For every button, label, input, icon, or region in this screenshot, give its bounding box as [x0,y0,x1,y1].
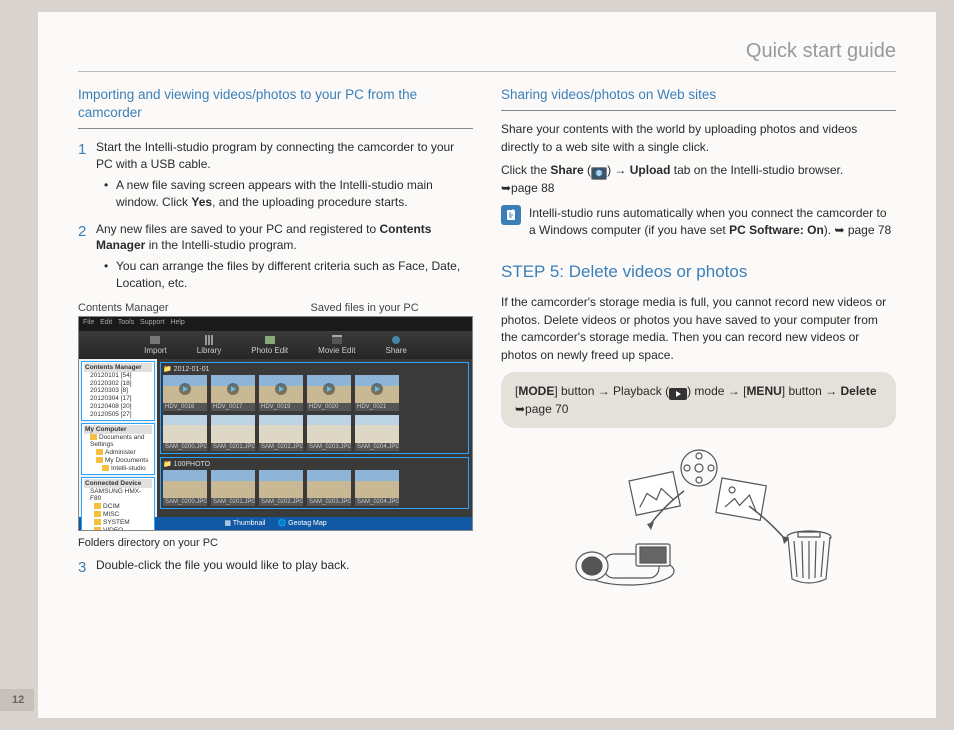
nav-photo-edit: Photo Edit [251,335,288,355]
nav-library: Library [197,335,221,355]
note-icon [501,205,521,225]
bottom-tab: Geotag Map [288,520,327,527]
tree-row: 20120408 [20] [84,403,152,411]
step-2: 2 Any new files are saved to your PC and… [78,221,473,292]
tree-row: DCIM [103,503,120,510]
ss-panel-my-computer: My Computer Documents and Settings Admin… [81,423,155,475]
tree-row: My Documents [105,457,148,464]
thumb-photo: SAM_0202.JPG [259,415,303,451]
tree-row: Documents and Settings [90,434,145,449]
thumb-video: HDV_0019 [259,375,303,411]
step5-paragraph: If the camcorder's storage media is full… [501,294,896,364]
thumb-photo: SAM_0200.JPG [163,415,207,451]
thumb-photo: SAM_0202.JPG [259,470,303,506]
bold-upload: Upload [630,163,671,177]
label-saved-files: Saved files in your PC [241,302,474,314]
thumb-photo: SAM_0201.JPG [211,415,255,451]
panel-header: Contents Manager [84,363,152,372]
step-number: 1 [78,139,86,160]
section-title-importing: Importing and viewing videos/photos to y… [78,86,473,122]
strip-header: 100PHOTO [174,461,210,468]
label-contents-manager: Contents Manager [78,302,241,314]
tree-row: MISC [103,511,119,518]
ss-topnav: Import Library Photo Edit Movie Edit Sha… [79,331,472,359]
section-divider [501,110,896,111]
text-fragment: in the Intelli-studio program. [145,238,296,252]
step5-title: STEP 5: Delete videos or photos [501,262,896,282]
tree-row: SYSTEM [103,519,130,526]
step-1-text: Start the Intelli-studio program by conn… [96,140,454,171]
thumb-photo: SAM_0204.JPG [355,470,399,506]
tree-row: 20120302 [18] [84,380,152,388]
thumb-photo: SAM_0201.JPG [211,470,255,506]
manual-page: Quick start guide Importing and viewing … [38,12,936,718]
section-title-sharing: Sharing videos/photos on Web sites [501,86,896,104]
thumb-photo: SAM_0203.JPG [307,470,351,506]
bold-share: Share [550,163,583,177]
panel-header: Connected Device [84,479,152,488]
tree-row: 20120303 [8] [84,387,152,395]
bold-mode: MODE [518,384,554,398]
step-3: 3 Double-click the file you would like t… [78,557,473,574]
nav-import: Import [144,335,167,355]
bold-yes: Yes [191,195,212,209]
playback-icon [669,388,687,400]
tree-row: 20120505 [27] [84,411,152,419]
right-column: Sharing videos/photos on Web sites Share… [501,86,896,596]
delete-action-box: [MODE] button → Playback () mode → [MENU… [501,372,896,428]
ss-panel-connected-device: Connected Device SAMSUNG HMX-F80 DCIM MI… [81,477,155,531]
step-1: 1 Start the Intelli-studio program by co… [78,139,473,210]
ss-sidebar: Contents Manager 20120101 [54] 20120302 … [79,359,157,517]
ss-menubar: File Edit Tools Support Help [79,317,472,331]
tree-row: Intelli-studio [111,465,146,472]
ss-strip-photos: 📁 100PHOTO SAM_0200.JPG SAM_0201.JPG SAM… [160,457,469,509]
share-globe-icon [591,167,607,180]
thumb-photo: SAM_0204.JPG [355,415,399,451]
page-number: 12 [12,694,24,706]
step-number: 3 [78,557,86,578]
bold-delete: Delete [840,384,876,398]
step-number: 2 [78,221,86,242]
label-folders-directory: Folders directory on your PC [78,537,473,549]
sharing-p1: Share your contents with the world by up… [501,121,896,156]
bottom-tab: Thumbnail [233,520,266,527]
bold-pc-software: PC Software: On [729,223,824,237]
tree-row: Administer [105,449,136,456]
step-1-bullet: A new file saving screen appears with th… [104,177,473,211]
thumb-video: HDV_0021 [355,375,399,411]
page-ref: ➥page 88 [501,181,554,195]
thumb-photo: SAM_0203.JPG [307,415,351,451]
thumb-photo: SAM_0200.JPG [163,470,207,506]
thumb-video: HDV_0017 [211,375,255,411]
left-column: Importing and viewing videos/photos to y… [78,86,473,596]
thumb-video: HDV_0020 [307,375,351,411]
panel-header: My Computer [84,425,152,434]
note-text: Intelli-studio runs automatically when y… [529,205,896,239]
section-divider [78,128,473,129]
ss-main-area: 📁 2012-01-01 HDV_0016 HDV_0017 HDV_0019 … [157,359,472,517]
intelli-studio-screenshot: File Edit Tools Support Help Import Libr… [78,316,473,531]
thumb-video: HDV_0016 [163,375,207,411]
sharing-p2: Click the Share () → Upload tab on the I… [501,162,896,197]
ss-strip-videos: 📁 2012-01-01 HDV_0016 HDV_0017 HDV_0019 … [160,362,469,454]
tree-row: VIDEO [103,527,123,531]
text-fragment: , and the uploading procedure starts. [212,195,407,209]
step-2-bullet: You can arrange the files by different c… [104,258,473,292]
bold-menu: MENU [746,384,781,398]
text-fragment: Any new files are saved to your PC and r… [96,222,379,236]
note-box: Intelli-studio runs automatically when y… [501,205,896,239]
ss-panel-contents-manager: Contents Manager 20120101 [54] 20120302 … [81,361,155,421]
header-divider [78,71,896,72]
delete-illustration [501,446,896,596]
tree-row: 20120101 [54] [84,372,152,380]
tree-row: SAMSUNG HMX-F80 [84,488,152,504]
tree-row: 20120304 [17] [84,395,152,403]
nav-movie-edit: Movie Edit [318,335,355,355]
strip-header: 2012-01-01 [174,366,210,373]
step-3-text: Double-click the file you would like to … [96,558,349,572]
page-header-title: Quick start guide [78,40,896,63]
screenshot-top-labels: Contents Manager Saved files in your PC [78,302,473,314]
nav-share: Share [386,335,407,355]
